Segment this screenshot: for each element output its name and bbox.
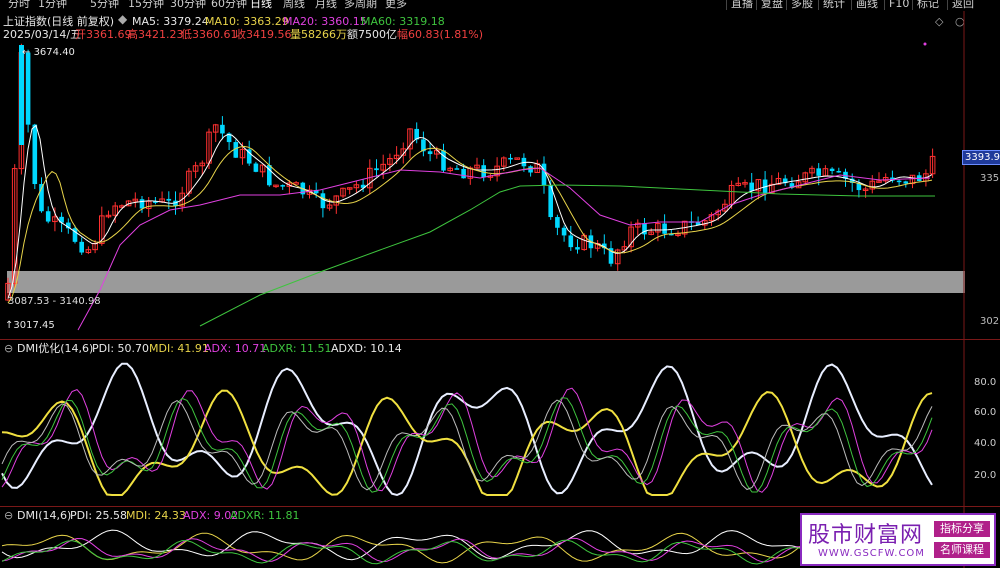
panel-divider-2 (0, 506, 1000, 507)
watermark-tag-indicators: 指标分享 (934, 521, 990, 537)
dmi-opt-menu-icon[interactable]: ⊖ (4, 342, 13, 355)
candle-body (454, 168, 460, 170)
candle-body (25, 52, 31, 125)
candle-body (662, 223, 667, 234)
candle-body (427, 151, 433, 155)
watermark-tag-courses: 名师课程 (934, 542, 990, 558)
watermark-logo: 股市财富网 WWW.GSCFW.COM 指标分享 名师课程 (800, 513, 996, 566)
dmi-opt-tick-40: 40.0 (974, 438, 997, 449)
dmi-opt-adxr: ADXR: 11.51 (262, 342, 332, 355)
kline-chart-canvas[interactable] (0, 0, 1000, 568)
dmi-pdi: PDI: 25.58 (70, 509, 128, 522)
high-price-label: ← 3674.40 (22, 47, 75, 58)
watermark-name: 股市财富网 (808, 523, 924, 548)
dmi-opt-pdi: PDI: 50.70 (92, 342, 150, 355)
dmi-pdi-line (1, 529, 933, 561)
candle-body (541, 163, 547, 186)
marker-dot (923, 42, 927, 46)
candle-body (280, 185, 285, 187)
moving-average-lines (7, 124, 935, 331)
candle-body (320, 193, 326, 209)
candle-body (32, 124, 38, 185)
candle-body (903, 181, 909, 184)
low-price-label: ↑3017.45 (5, 320, 55, 331)
candle-body (508, 157, 513, 160)
candle-body (19, 45, 24, 145)
y-tick-335: 335 (980, 173, 1000, 184)
candle-body (568, 235, 574, 248)
candle-body (836, 171, 842, 173)
candle-body (749, 182, 754, 191)
candle-body (896, 180, 902, 183)
candle-body (461, 168, 466, 179)
dmi-mdi: MDI: 24.33 (126, 509, 186, 522)
candle-body (79, 241, 84, 253)
dmi-opt-adxr-line (1, 397, 933, 493)
dmi-lines (1, 529, 933, 565)
high-price-value: 3674.40 (33, 47, 75, 58)
candle-body (220, 124, 225, 134)
current-price-box: 3393.9 (962, 150, 1000, 165)
dmi-opt-mdi-line (1, 389, 933, 496)
dmi-opt-lines (1, 362, 933, 497)
candle-body (166, 198, 172, 201)
price-range-band (7, 271, 965, 293)
candle-body (45, 211, 51, 222)
dmi-opt-tick-20: 20.0 (974, 470, 997, 481)
candle-body (575, 247, 580, 250)
candle-body (829, 168, 835, 172)
candle-body (816, 168, 821, 176)
candle-body (374, 168, 379, 171)
dmi-opt-adx: ADX: 10.71 (204, 342, 267, 355)
dmi-opt-title: DMI优化(14,6) (17, 342, 94, 355)
dmi-menu-icon[interactable]: ⊖ (4, 509, 13, 522)
candle-body (441, 150, 446, 171)
price-range-label: 3087.53 - 3140.98 (8, 296, 101, 307)
dmi-opt-tick-80: 80.0 (974, 377, 997, 388)
candle-body (253, 163, 259, 172)
watermark-url: WWW.GSCFW.COM (818, 548, 925, 559)
dmi-title: DMI(14,6) (17, 509, 72, 522)
dmi-opt-adxd-line (1, 399, 933, 491)
ma20-line (77, 167, 931, 331)
dmi-opt-mdi: MDI: 41.91 (149, 342, 209, 355)
dmi-opt-adxd: ADXD: 10.14 (331, 342, 402, 355)
candle-body (561, 227, 567, 236)
dmi-opt-pdi-line (1, 362, 933, 497)
panel-divider-1 (0, 339, 1000, 340)
low-price-value: 3017.45 (13, 320, 55, 331)
candle-body (481, 165, 486, 178)
dmi-opt-tick-60: 60.0 (974, 407, 997, 418)
candle-body (555, 217, 560, 228)
dmi-adxr: ADXR: 11.81 (230, 509, 300, 522)
candlestick-series (5, 43, 936, 302)
y-tick-302: 302 (980, 316, 1000, 327)
candle-body (139, 199, 145, 209)
